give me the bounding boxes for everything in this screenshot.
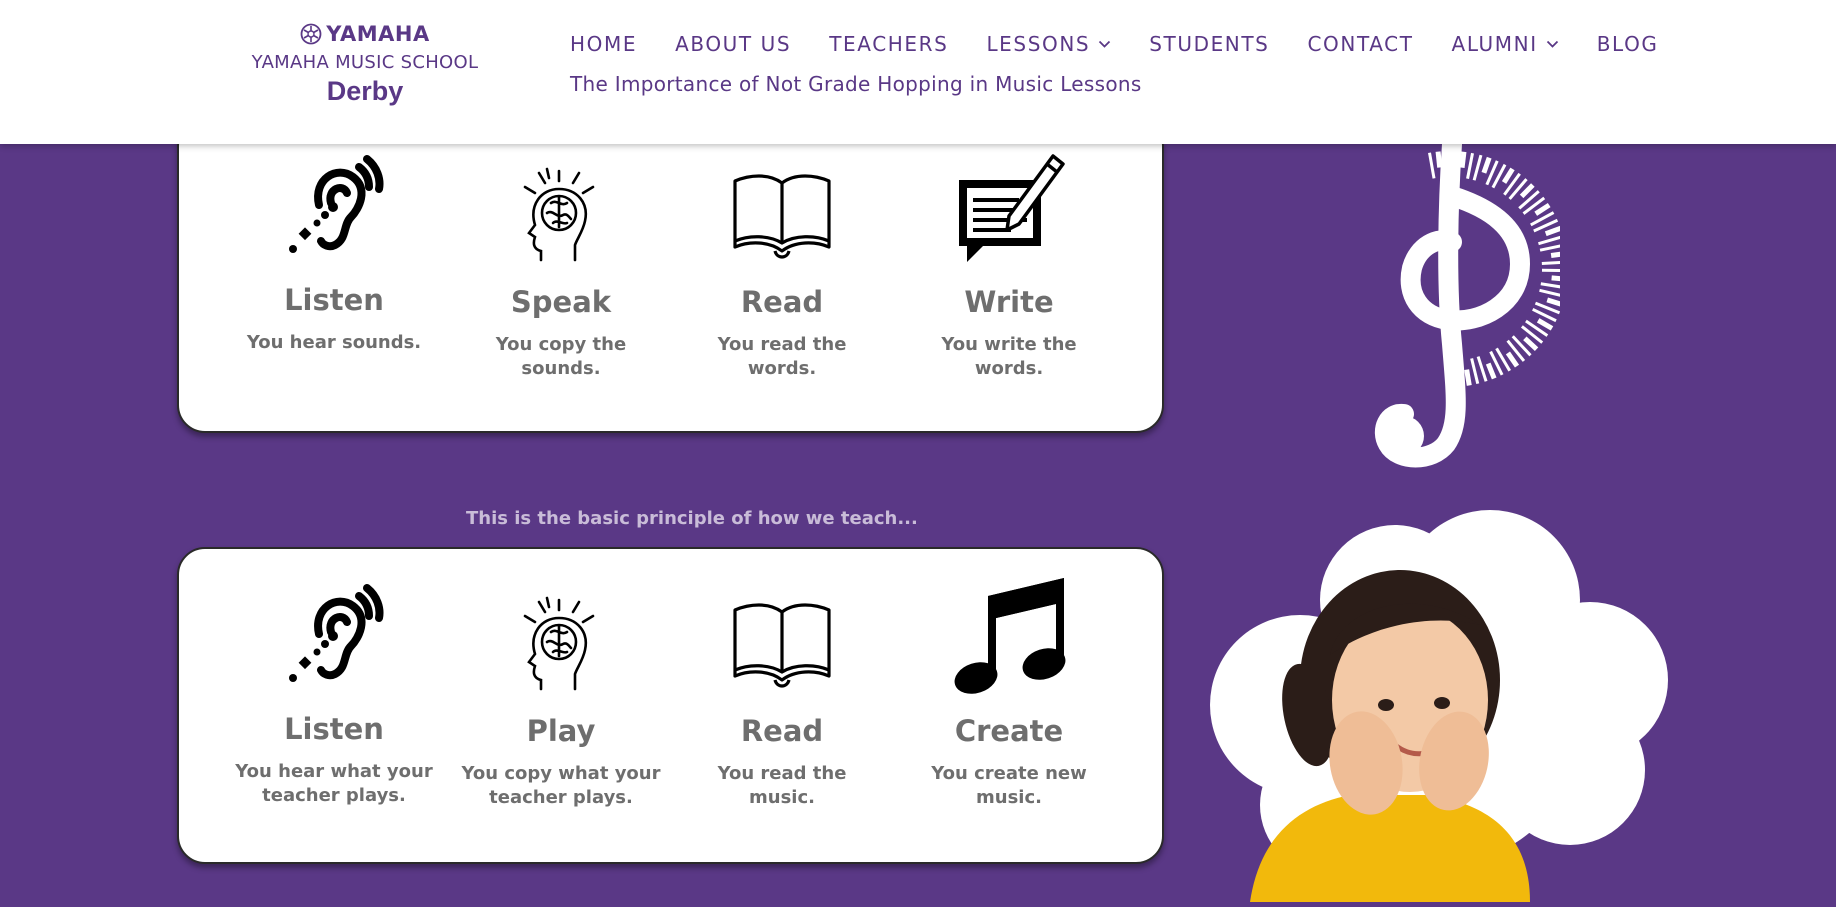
piano-key-stroke	[1540, 245, 1560, 250]
item-description: You hear what your teacher plays.	[234, 760, 434, 808]
nav-lessons[interactable]: LESSONS	[986, 32, 1111, 56]
piano-key-stroke	[1508, 353, 1517, 366]
music-note-icon	[909, 584, 1109, 694]
principle-caption: This is the basic principle of how we te…	[466, 508, 918, 529]
piano-key-stroke	[1484, 158, 1489, 173]
item-title: Speak	[461, 285, 661, 319]
nav-about-us-label: ABOUT US	[675, 32, 791, 56]
piano-key-stroke	[1488, 364, 1494, 379]
item-description: You write the words.	[909, 333, 1109, 381]
piano-key-stroke	[1462, 152, 1464, 168]
nav-home[interactable]: HOME	[570, 32, 637, 56]
piano-key-stroke	[1478, 357, 1486, 382]
ear-icon	[234, 582, 434, 692]
head-brain-icon	[461, 584, 661, 694]
language-learning-card: Listen You hear sounds. Speak You copy t	[177, 118, 1164, 433]
piano-key-stroke	[1538, 236, 1560, 243]
piano-key-stroke	[1522, 185, 1533, 196]
piano-key-stroke	[1547, 300, 1560, 305]
item-title: Read	[682, 714, 882, 748]
nav-lessons-label: LESSONS	[986, 32, 1090, 56]
music-learning-card: Listen You hear what your teacher plays.…	[177, 547, 1164, 864]
piano-key-stroke	[1542, 262, 1560, 264]
nav-current-page-link[interactable]: The Importance of Not Grade Hopping in M…	[570, 72, 1142, 96]
chevron-down-icon	[1098, 40, 1111, 48]
piano-key-stroke	[1536, 205, 1549, 214]
item-description: You hear sounds.	[234, 331, 434, 355]
music-item-create: Create You create new music.	[909, 584, 1109, 810]
language-item-speak: Speak You copy the sounds.	[461, 155, 661, 381]
logo-brand: YAMAHA	[250, 22, 480, 46]
nav-students-label: STUDENTS	[1149, 32, 1269, 56]
item-title: Read	[682, 285, 882, 319]
logo-city-text: Derby	[250, 76, 480, 107]
music-item-play: Play You copy what your teacher plays.	[461, 584, 661, 810]
nav-students[interactable]: STUDENTS	[1149, 32, 1269, 56]
item-description: You read the words.	[682, 333, 882, 381]
nav-teachers[interactable]: TEACHERS	[829, 32, 948, 56]
piano-key-stroke	[1504, 169, 1512, 183]
yamaha-tuning-fork-icon	[300, 23, 322, 45]
ear-icon	[234, 153, 434, 263]
main-nav: HOME ABOUT US TEACHERS LESSONS STUDENTS …	[570, 32, 1659, 56]
piano-key-stroke	[1430, 153, 1435, 179]
piano-key-stroke	[1539, 290, 1560, 296]
site-header: YAMAHA YAMAHA MUSIC SCHOOL Derby HOME AB…	[0, 0, 1836, 144]
nav-contact[interactable]: CONTACT	[1307, 32, 1413, 56]
logo-school-text: YAMAHA MUSIC SCHOOL	[250, 52, 480, 73]
child-thinking-cloud-illustration	[1190, 505, 1680, 907]
item-title: Create	[909, 714, 1109, 748]
item-title: Write	[909, 285, 1109, 319]
piano-key-stroke	[1552, 278, 1560, 279]
open-book-icon	[682, 584, 882, 694]
item-title: Play	[461, 714, 661, 748]
piano-key-stroke	[1467, 370, 1470, 386]
piano-key-stroke	[1551, 253, 1560, 255]
piano-key-stroke	[1468, 153, 1473, 179]
chevron-down-icon	[1546, 40, 1559, 48]
language-item-read: Read You read the words.	[682, 155, 882, 381]
nav-blog-label: BLOG	[1597, 32, 1659, 56]
treble-clef-piano-illustration	[1320, 144, 1560, 479]
piano-key-stroke	[1546, 228, 1560, 234]
item-description: You create new music.	[909, 762, 1109, 810]
nav-alumni[interactable]: ALUMNI	[1452, 32, 1559, 56]
nav-teachers-label: TEACHERS	[829, 32, 948, 56]
item-description: You read the music.	[682, 762, 882, 810]
language-item-listen: Listen You hear sounds.	[234, 153, 434, 355]
logo-brand-text: YAMAHA	[326, 22, 429, 46]
nav-blog[interactable]: BLOG	[1597, 32, 1659, 56]
music-item-read: Read You read the music.	[682, 584, 882, 810]
piano-key-stroke	[1474, 155, 1481, 180]
piano-key-stroke	[1438, 152, 1440, 168]
piano-key-stroke	[1525, 338, 1537, 349]
nav-about-us[interactable]: ABOUT US	[675, 32, 791, 56]
piano-key-stroke	[1472, 358, 1478, 383]
yamaha-derby-logo[interactable]: YAMAHA YAMAHA MUSIC SCHOOL Derby	[250, 22, 480, 107]
item-description: You copy what your teacher plays.	[461, 762, 661, 810]
nav-home-label: HOME	[570, 32, 637, 56]
piano-key-stroke	[1538, 320, 1552, 328]
nav-alumni-label: ALUMNI	[1452, 32, 1538, 56]
piano-key-stroke	[1541, 284, 1560, 288]
nav-contact-label: CONTACT	[1307, 32, 1413, 56]
language-item-write: Write You write the words.	[909, 155, 1109, 381]
item-description: You copy the sounds.	[461, 333, 661, 381]
open-book-icon	[682, 155, 882, 265]
write-speech-bubble-icon	[909, 155, 1109, 265]
head-brain-icon	[461, 155, 661, 265]
item-title: Listen	[234, 712, 434, 746]
music-item-listen: Listen You hear what your teacher plays.	[234, 582, 434, 808]
item-title: Listen	[234, 283, 434, 317]
